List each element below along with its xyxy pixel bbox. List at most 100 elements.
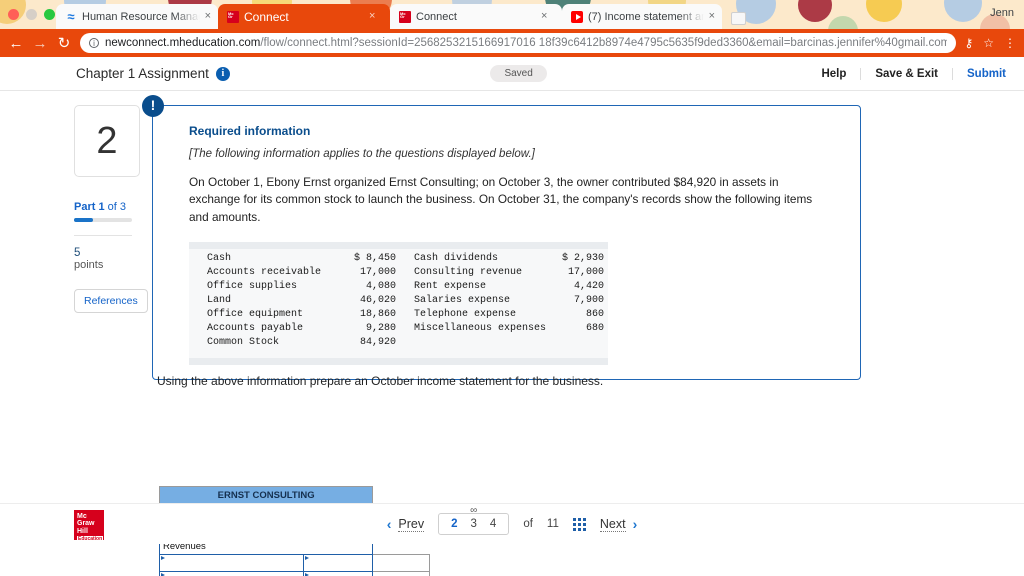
account-amounts-table: Cash $ 8,450 Cash dividends $ 2,930 Acco…: [189, 242, 608, 366]
profile-name[interactable]: Jenn: [990, 7, 1014, 19]
next-label: Next: [599, 516, 626, 532]
tab-title: Connect: [416, 10, 457, 23]
account-label: Rent expense: [414, 281, 487, 293]
sidebar-divider: [74, 235, 132, 236]
page-title: Chapter 1 Assignment: [76, 66, 209, 81]
grid-view-icon[interactable]: [572, 517, 586, 531]
site-info-icon[interactable]: i: [89, 38, 99, 48]
page-number-group: ∞ 2 3 4: [438, 506, 510, 535]
prev-button[interactable]: ‹ Prev: [386, 516, 425, 532]
new-tab-button[interactable]: [725, 7, 751, 29]
of-label: of: [523, 518, 533, 530]
part-progress-bar: [74, 218, 132, 222]
prev-label: Prev: [398, 516, 425, 532]
line-item-amount-input-1[interactable]: [302, 571, 374, 576]
part-total: of 3: [104, 201, 126, 213]
next-button[interactable]: Next ›: [599, 516, 638, 532]
header-actions: Help Save & Exit Submit: [807, 67, 1006, 80]
account-amount: 7,900: [573, 295, 604, 307]
mcgraw-hill-icon: Mc Gr: [227, 10, 239, 23]
hrm-wave-icon: [65, 11, 77, 23]
line-item-total-cell-0[interactable]: [372, 554, 430, 572]
line-item-label-input-0[interactable]: [159, 554, 304, 572]
assignment-body: 2 Part 1 of 3 5 points References ! Requ…: [0, 91, 1024, 576]
close-tab-button[interactable]: ×: [709, 11, 715, 22]
browser-tab-1[interactable]: Mc Gr Connect ×: [218, 4, 390, 29]
account-label: Accounts payable: [207, 323, 304, 335]
omnibox-actions: ⚷ ☆ ⋮: [964, 36, 1016, 50]
minimize-window-button[interactable]: [26, 9, 37, 20]
account-label: Common Stock: [207, 337, 280, 349]
account-label: Office supplies: [207, 281, 298, 293]
browser-tab-0[interactable]: Human Resource Management ×: [56, 4, 218, 29]
address-bar[interactable]: i newconnect.mheducation.com/flow/connec…: [80, 33, 957, 53]
info-icon[interactable]: i: [215, 66, 230, 81]
account-amount: $ 2,930: [561, 253, 604, 265]
total-pages: 11: [546, 518, 559, 530]
question-number: 2: [74, 105, 140, 177]
references-button[interactable]: References: [74, 289, 148, 313]
line-item-label-input-1[interactable]: [159, 571, 304, 576]
chevron-right-icon: ›: [632, 516, 638, 532]
table-row: Office equipment 18,860 Telephone expens…: [189, 308, 608, 322]
account-label: Land: [207, 295, 232, 307]
account-amount: 680: [585, 323, 604, 335]
page-number-3[interactable]: 3: [471, 518, 477, 530]
browser-menu-icon[interactable]: ⋮: [1004, 36, 1016, 50]
submit-button[interactable]: Submit: [952, 67, 1006, 80]
account-label: Telephone expense: [414, 309, 517, 321]
url-path: /flow/connect.html?sessionId=25682532151…: [260, 37, 948, 49]
tab-title: (7) Income statement and Bala: [588, 10, 704, 23]
youtube-icon: [571, 10, 583, 23]
assignment-footer: Mc Graw Hill Education ‹ Prev ∞ 2 3 4 of…: [0, 503, 1024, 544]
mcgraw-hill-logo: Mc Graw Hill Education: [74, 510, 104, 544]
chevron-left-icon: ‹: [386, 516, 392, 532]
save-and-exit-button[interactable]: Save & Exit: [860, 67, 952, 80]
close-tab-button[interactable]: ×: [369, 11, 375, 22]
close-tab-button[interactable]: ×: [205, 11, 211, 22]
maximize-window-button[interactable]: [44, 9, 55, 20]
pagination-controls: ‹ Prev ∞ 2 3 4 of 11 Next ›: [386, 506, 638, 535]
new-tab-icon: [730, 11, 746, 25]
browser-theme-bar: Human Resource Management × McGr Connect…: [0, 0, 1024, 29]
close-window-button[interactable]: [8, 9, 19, 20]
url-host: newconnect.mheducation.com: [105, 37, 261, 49]
back-button[interactable]: ←: [8, 36, 24, 51]
account-amount: 18,860: [359, 309, 396, 321]
account-label: Salaries expense: [414, 295, 511, 307]
close-tab-button[interactable]: ×: [541, 11, 547, 22]
omnibox-toolbar: ← → ↻ i newconnect.mheducation.com/flow/…: [0, 29, 1024, 57]
account-label: Cash: [207, 253, 232, 265]
table-row: Accounts payable 9,280 Miscellaneous exp…: [189, 322, 608, 336]
tab-title: Connect: [244, 9, 289, 24]
logo-line-3: Hill: [77, 527, 88, 535]
page-number-2[interactable]: 2: [451, 518, 457, 530]
table-row: ERNST CONSULTING: [158, 486, 430, 504]
account-label: Consulting revenue: [414, 267, 523, 279]
table-row: Common Stock 84,920: [189, 336, 608, 350]
account-amount: 4,080: [365, 281, 396, 293]
required-information-card: ! Required information [The following in…: [142, 95, 861, 381]
reload-button[interactable]: ↻: [56, 36, 72, 51]
table-row: [159, 554, 430, 572]
window-controls[interactable]: [8, 9, 55, 20]
key-icon[interactable]: ⚷: [964, 36, 973, 50]
logo-line-1: Mc: [77, 513, 87, 520]
line-item-amount-input-0[interactable]: [302, 554, 374, 572]
account-amounts-grid: Cash $ 8,450 Cash dividends $ 2,930 Acco…: [189, 252, 608, 350]
forward-button[interactable]: →: [32, 36, 48, 51]
account-label: Miscellaneous expenses: [414, 323, 547, 335]
link-loop-icon: ∞: [470, 505, 478, 516]
line-item-total-cell-1[interactable]: [372, 571, 430, 576]
points-label: points: [74, 259, 104, 271]
bookmark-star-icon[interactable]: ☆: [983, 36, 994, 50]
table-row: Office supplies 4,080 Rent expense 4,420: [189, 280, 608, 294]
page-number-4[interactable]: 4: [490, 518, 496, 530]
mcgraw-hill-icon: Mc Gr: [399, 10, 411, 23]
browser-tab-3[interactable]: (7) Income statement and Bala ×: [562, 4, 722, 29]
account-amount: 17,000: [567, 267, 604, 279]
logo-line-4: Education: [77, 536, 104, 544]
help-button[interactable]: Help: [807, 68, 860, 80]
browser-tab-2[interactable]: Mc Gr Connect ×: [390, 4, 562, 29]
account-label: Accounts receivable: [207, 267, 322, 279]
